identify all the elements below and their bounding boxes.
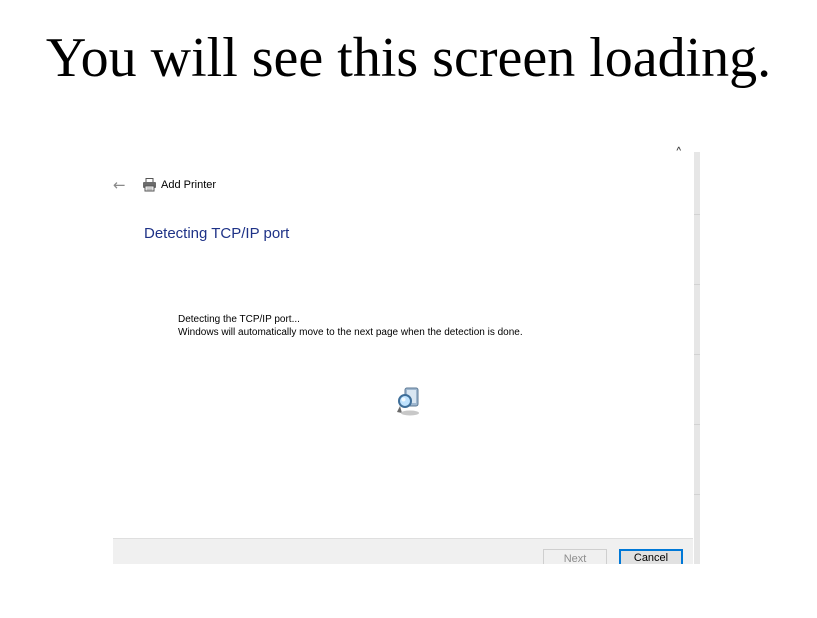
printer-icon [143, 178, 156, 192]
next-button[interactable]: Next [543, 549, 607, 564]
cancel-button[interactable]: Cancel [619, 549, 683, 564]
message-line-2: Windows will automatically move to the n… [178, 327, 523, 338]
scrollbar[interactable] [694, 152, 700, 564]
slide-title: You will see this screen loading. [45, 27, 772, 89]
page-heading: Detecting TCP/IP port [144, 225, 290, 242]
button-bar: Next Cancel [113, 538, 693, 564]
search-animation-icon [397, 387, 419, 416]
chevron-up-icon[interactable]: ˄ [675, 146, 683, 162]
window-title: Add Printer [161, 179, 217, 191]
add-printer-screenshot: ← Add Printer ˄ Detecting TCP/IP port De… [113, 140, 703, 564]
back-arrow-icon[interactable]: ← [113, 176, 126, 194]
detection-message: Detecting the TCP/IP port... Windows wil… [178, 313, 523, 339]
message-line-1: Detecting the TCP/IP port... [178, 314, 300, 325]
